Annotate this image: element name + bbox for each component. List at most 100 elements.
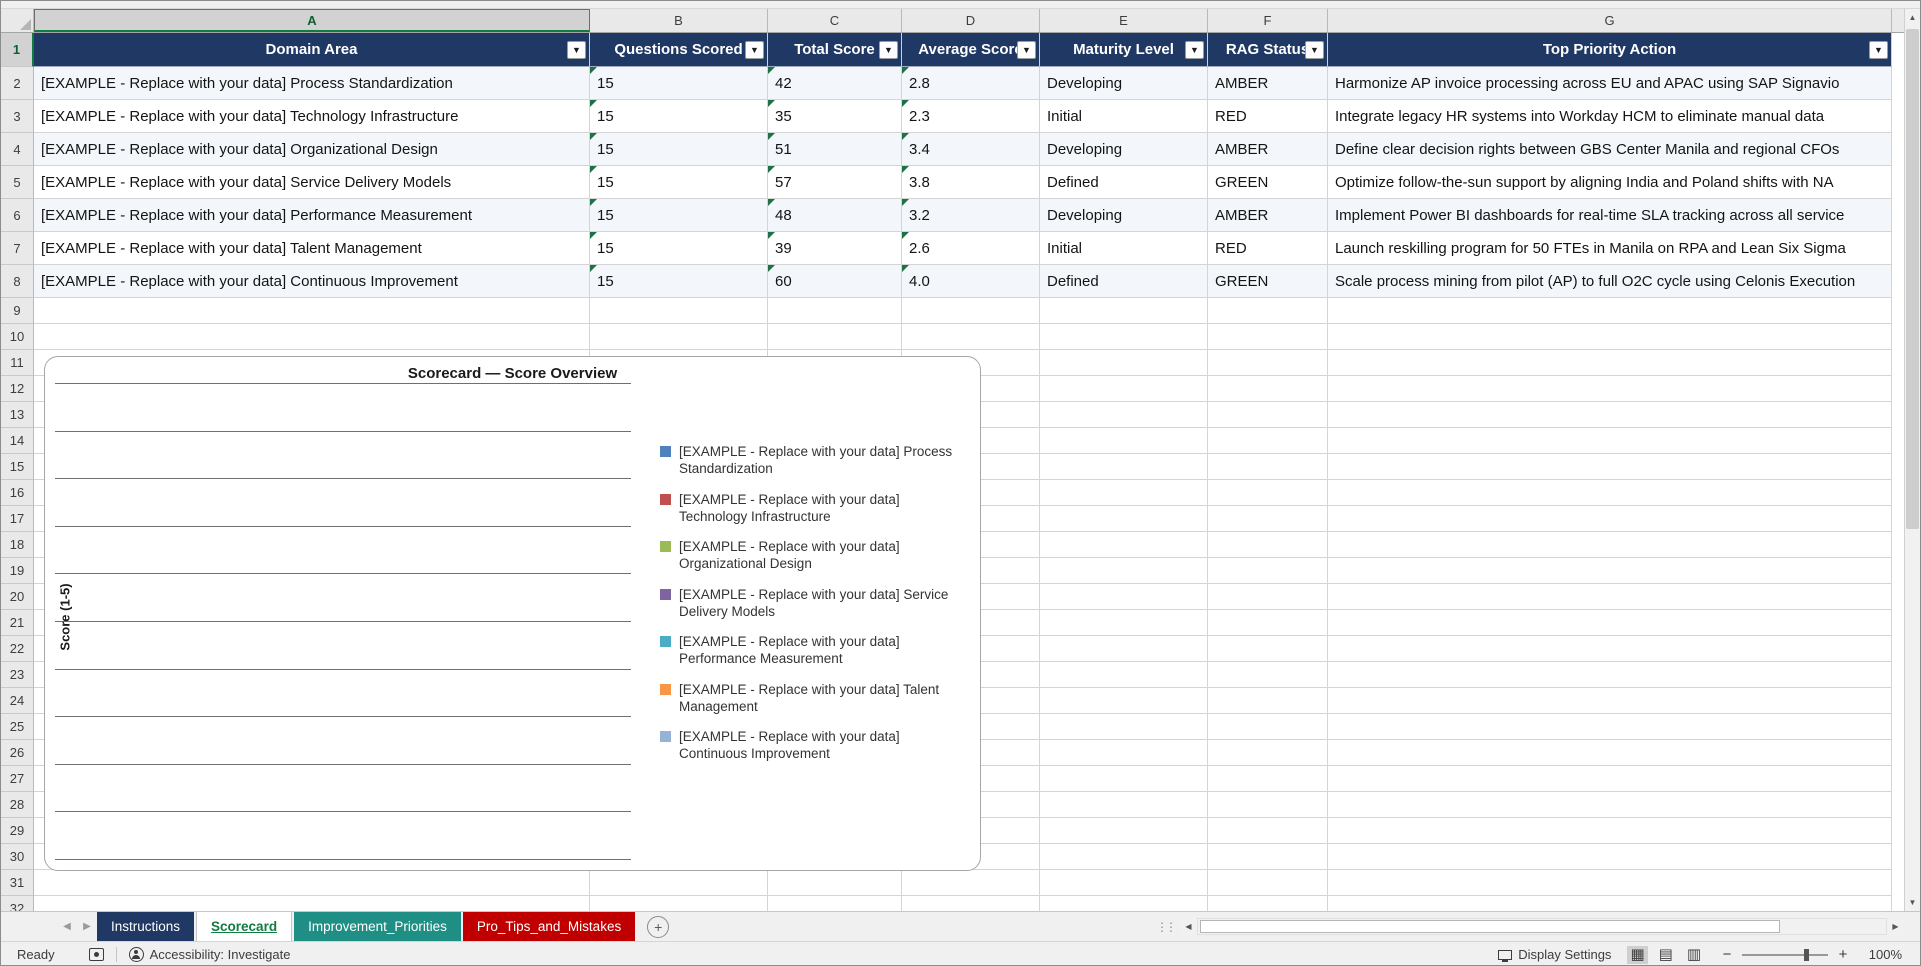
- legend-item[interactable]: [EXAMPLE - Replace with your data] Techn…: [660, 491, 970, 526]
- cell-B3[interactable]: 15: [590, 100, 768, 133]
- row-header-14[interactable]: 14: [1, 428, 34, 454]
- cell-E29[interactable]: [1040, 818, 1208, 844]
- row-header-23[interactable]: 23: [1, 662, 34, 688]
- cell-E7[interactable]: Initial: [1040, 232, 1208, 265]
- cell-C3[interactable]: 35: [768, 100, 902, 133]
- cell-F7[interactable]: RED: [1208, 232, 1328, 265]
- cell-E11[interactable]: [1040, 350, 1208, 376]
- cell-E24[interactable]: [1040, 688, 1208, 714]
- cell-F9[interactable]: [1208, 298, 1328, 324]
- cell-C7[interactable]: 39: [768, 232, 902, 265]
- legend-item[interactable]: [EXAMPLE - Replace with your data] Organ…: [660, 538, 970, 573]
- sheet-tab-improvement_priorities[interactable]: Improvement_Priorities: [294, 912, 461, 941]
- cell-G16[interactable]: [1328, 480, 1892, 506]
- cell-F8[interactable]: GREEN: [1208, 265, 1328, 298]
- row-header-13[interactable]: 13: [1, 402, 34, 428]
- row-header-32[interactable]: 32: [1, 896, 34, 911]
- cell-E13[interactable]: [1040, 402, 1208, 428]
- cell-F10[interactable]: [1208, 324, 1328, 350]
- view-normal-icon[interactable]: ▦: [1627, 945, 1648, 964]
- column-header-G[interactable]: G: [1328, 9, 1892, 32]
- filter-icon[interactable]: ▼: [879, 40, 898, 59]
- cell-G8[interactable]: Scale process mining from pilot (AP) to …: [1328, 265, 1892, 298]
- cell-E31[interactable]: [1040, 870, 1208, 896]
- row-header-17[interactable]: 17: [1, 506, 34, 532]
- cell-G6[interactable]: Implement Power BI dashboards for real-t…: [1328, 199, 1892, 232]
- cell-F19[interactable]: [1208, 558, 1328, 584]
- vertical-scroll-thumb[interactable]: [1906, 29, 1919, 529]
- cell-A4[interactable]: [EXAMPLE - Replace with your data] Organ…: [34, 133, 590, 166]
- cell-E4[interactable]: Developing: [1040, 133, 1208, 166]
- cell-C31[interactable]: [768, 870, 902, 896]
- column-header-D[interactable]: D: [902, 9, 1040, 32]
- cell-G28[interactable]: [1328, 792, 1892, 818]
- cell-F4[interactable]: AMBER: [1208, 133, 1328, 166]
- cell-F21[interactable]: [1208, 610, 1328, 636]
- cell-E5[interactable]: Defined: [1040, 166, 1208, 199]
- cell-F24[interactable]: [1208, 688, 1328, 714]
- cell-F29[interactable]: [1208, 818, 1328, 844]
- row-header-1[interactable]: 1: [1, 33, 34, 67]
- row-header-6[interactable]: 6: [1, 199, 34, 232]
- filter-icon[interactable]: ▼: [745, 40, 764, 59]
- zoom-level[interactable]: 100%: [1866, 947, 1902, 962]
- legend-item[interactable]: [EXAMPLE - Replace with your data] Talen…: [660, 681, 970, 716]
- cell-D7[interactable]: 2.6: [902, 232, 1040, 265]
- zoom-slider-thumb[interactable]: [1804, 948, 1809, 961]
- cell-F15[interactable]: [1208, 454, 1328, 480]
- cell-G18[interactable]: [1328, 532, 1892, 558]
- filter-icon[interactable]: ▼: [1305, 40, 1324, 59]
- cell-D9[interactable]: [902, 298, 1040, 324]
- sheet-nav-right-icon[interactable]: ▶: [77, 912, 97, 941]
- cell-E23[interactable]: [1040, 662, 1208, 688]
- cell-A31[interactable]: [34, 870, 590, 896]
- row-header-24[interactable]: 24: [1, 688, 34, 714]
- row-header-2[interactable]: 2: [1, 67, 34, 100]
- cell-F32[interactable]: [1208, 896, 1328, 911]
- cell-D32[interactable]: [902, 896, 1040, 911]
- accessibility-status[interactable]: Accessibility: Investigate: [128, 947, 290, 962]
- cell-G14[interactable]: [1328, 428, 1892, 454]
- row-header-22[interactable]: 22: [1, 636, 34, 662]
- cell-E15[interactable]: [1040, 454, 1208, 480]
- cell-E9[interactable]: [1040, 298, 1208, 324]
- cell-G29[interactable]: [1328, 818, 1892, 844]
- column-header-A[interactable]: A: [34, 9, 590, 32]
- display-settings-button[interactable]: Display Settings: [1498, 947, 1611, 962]
- cell-A6[interactable]: [EXAMPLE - Replace with your data] Perfo…: [34, 199, 590, 232]
- zoom-out-button[interactable]: −: [1720, 946, 1734, 963]
- cell-G19[interactable]: [1328, 558, 1892, 584]
- view-page-break-icon[interactable]: ▥: [1684, 946, 1704, 964]
- column-header-C[interactable]: C: [768, 9, 902, 32]
- cell-B10[interactable]: [590, 324, 768, 350]
- scorecard-chart[interactable]: Scorecard — Score Overview Score (1-5) […: [44, 356, 981, 871]
- cell-F11[interactable]: [1208, 350, 1328, 376]
- cell-E16[interactable]: [1040, 480, 1208, 506]
- cell-G7[interactable]: Launch reskilling program for 50 FTEs in…: [1328, 232, 1892, 265]
- cell-A32[interactable]: [34, 896, 590, 911]
- cell-D10[interactable]: [902, 324, 1040, 350]
- cell-A9[interactable]: [34, 298, 590, 324]
- cell-F23[interactable]: [1208, 662, 1328, 688]
- cell-G31[interactable]: [1328, 870, 1892, 896]
- cell-F31[interactable]: [1208, 870, 1328, 896]
- cell-E1[interactable]: Maturity Level ▼: [1040, 33, 1208, 67]
- cell-E2[interactable]: Developing: [1040, 67, 1208, 100]
- cell-B32[interactable]: [590, 896, 768, 911]
- cell-D1[interactable]: Average Score ▼: [902, 33, 1040, 67]
- sheet-tab-instructions[interactable]: Instructions: [97, 912, 195, 941]
- row-header-18[interactable]: 18: [1, 532, 34, 558]
- cell-C32[interactable]: [768, 896, 902, 911]
- zoom-slider[interactable]: [1742, 948, 1828, 962]
- cell-E26[interactable]: [1040, 740, 1208, 766]
- cell-F25[interactable]: [1208, 714, 1328, 740]
- select-all-button[interactable]: [1, 9, 34, 32]
- cell-F30[interactable]: [1208, 844, 1328, 870]
- macro-record-icon[interactable]: [88, 948, 104, 961]
- cell-F1[interactable]: RAG Status ▼: [1208, 33, 1328, 67]
- cell-F12[interactable]: [1208, 376, 1328, 402]
- row-header-26[interactable]: 26: [1, 740, 34, 766]
- column-header-F[interactable]: F: [1208, 9, 1328, 32]
- cell-G3[interactable]: Integrate legacy HR systems into Workday…: [1328, 100, 1892, 133]
- cell-A10[interactable]: [34, 324, 590, 350]
